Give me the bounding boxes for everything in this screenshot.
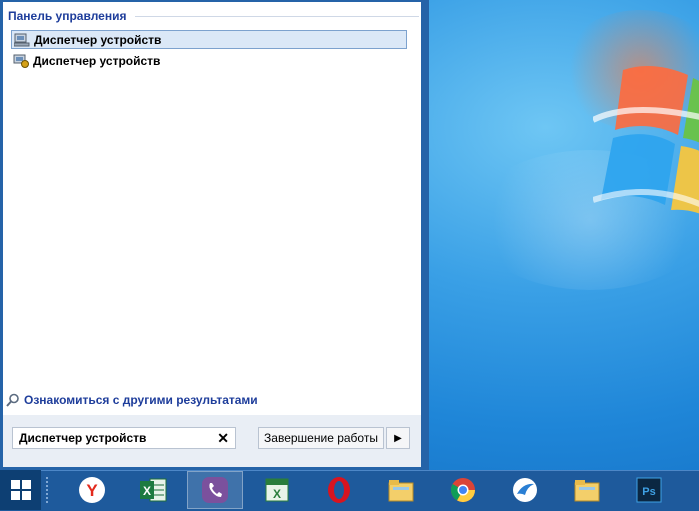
yandex-browser-icon: Y (79, 477, 105, 503)
search-icon (6, 393, 19, 407)
result-label: Диспетчер устройств (33, 53, 161, 68)
taskbar-item-yandex[interactable]: Y (64, 471, 120, 509)
taskbar-item-photoshop[interactable]: Ps (621, 471, 677, 509)
taskbar-item-viber[interactable] (187, 471, 243, 509)
device-manager-icon (13, 54, 29, 68)
chrome-icon (450, 478, 475, 503)
shutdown-options-button[interactable]: ▶ (386, 427, 410, 449)
shutdown-button[interactable]: Завершение работы (258, 427, 384, 449)
device-manager-icon (14, 33, 30, 46)
search-input[interactable] (13, 428, 215, 448)
taskbar-item-excel[interactable]: X (249, 471, 305, 509)
opera-icon (328, 477, 350, 503)
more-results-link[interactable]: Ознакомиться с другими результатами (6, 393, 258, 407)
taskbar-item-chrome[interactable] (435, 471, 491, 509)
explorer-folder-icon (388, 480, 414, 502)
taskbar-item-explorer[interactable] (373, 471, 429, 509)
clear-search-icon[interactable]: ✕ (217, 430, 229, 447)
windows-start-icon (10, 480, 31, 500)
taskbar-item-opera[interactable] (311, 471, 367, 509)
excel-icon: X (140, 478, 167, 502)
taskbar-item-explorer[interactable] (559, 471, 615, 509)
windows-logo-icon (593, 66, 699, 214)
excel-icon: X (265, 478, 289, 502)
start-menu: Панель управления Диспетчер устройств Ди… (0, 0, 429, 470)
explorer-folder-icon (574, 480, 600, 502)
result-item-device-manager[interactable]: Диспетчер устройств (11, 30, 407, 49)
svg-text:Y: Y (86, 481, 98, 500)
photoshop-icon: Ps (636, 477, 662, 503)
group-title: Панель управления (8, 9, 127, 23)
result-group-header: Панель управления (8, 8, 419, 24)
start-button[interactable] (0, 470, 41, 510)
result-item-device-manager[interactable]: Диспетчер устройств (11, 52, 405, 69)
app-bird-icon (513, 478, 537, 502)
svg-text:Ps: Ps (642, 486, 655, 498)
result-label: Диспетчер устройств (34, 32, 162, 47)
taskbar-item-app[interactable] (497, 471, 553, 509)
group-divider (135, 15, 419, 17)
svg-text:X: X (143, 484, 151, 498)
viber-icon (202, 477, 228, 503)
taskbar-item-excel[interactable]: X (125, 471, 181, 509)
taskbar-grip[interactable] (45, 476, 49, 504)
more-results-label: Ознакомиться с другими результатами (24, 393, 258, 407)
search-box[interactable]: ✕ (12, 427, 236, 449)
svg-text:X: X (273, 487, 281, 501)
